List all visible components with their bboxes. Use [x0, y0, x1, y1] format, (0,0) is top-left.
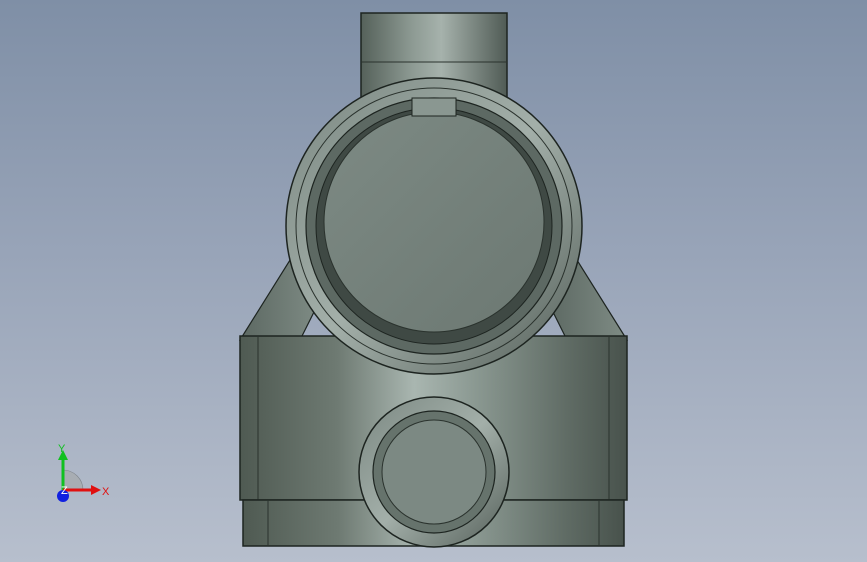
- cad-viewport[interactable]: [0, 0, 867, 562]
- z-axis-label: Z: [61, 485, 68, 497]
- bottom-port-bore: [381, 419, 487, 525]
- x-axis-label: X: [102, 486, 110, 498]
- x-axis-arrow-icon: [91, 485, 101, 495]
- y-axis-label: Y: [58, 443, 66, 455]
- main-bore-disc: [323, 111, 545, 333]
- axis-triad: Y Z X: [57, 443, 110, 502]
- model-housing[interactable]: [238, 12, 629, 548]
- ring-top-notch: [411, 97, 457, 117]
